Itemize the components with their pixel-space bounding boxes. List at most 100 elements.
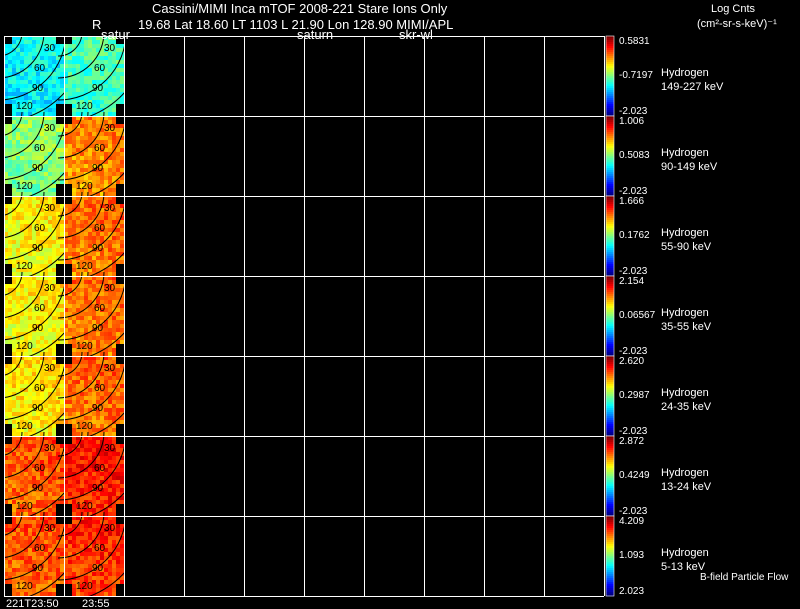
contour-label: 60 bbox=[94, 383, 106, 394]
contour-label: 120 bbox=[16, 101, 33, 112]
inca-spectrogram-figure: 30 60 90 120 30 60 90 120 30 60 90 120 30 60 90 120 30 60… bbox=[0, 0, 800, 609]
contour-label: 30 bbox=[44, 363, 56, 374]
contour-label: 90 bbox=[32, 323, 44, 334]
colorbar bbox=[606, 36, 614, 117]
contour-label: 60 bbox=[94, 303, 106, 314]
contour-label: 60 bbox=[34, 63, 46, 74]
contour-label: 60 bbox=[34, 543, 46, 554]
contour-label: 120 bbox=[16, 181, 33, 192]
contour-label: 60 bbox=[94, 63, 106, 74]
colorbar-mid-label: 0.5083 bbox=[619, 150, 650, 161]
contour-label: 30 bbox=[44, 43, 56, 54]
species-label: Hydrogen bbox=[661, 387, 709, 399]
contour-label: 30 bbox=[104, 443, 116, 454]
colorbar-min-label: 2.023 bbox=[619, 586, 645, 597]
colorbar bbox=[606, 356, 614, 437]
r-label: R bbox=[92, 17, 102, 32]
contour-label: 60 bbox=[34, 223, 46, 234]
satur-label: satur bbox=[101, 27, 130, 42]
contour-label: 30 bbox=[44, 123, 56, 134]
species-label: Hydrogen bbox=[661, 147, 709, 159]
saturn-label: saturn bbox=[297, 27, 334, 42]
colorbar-mid-label: 0.2987 bbox=[619, 390, 650, 401]
contour-label: 90 bbox=[32, 483, 44, 494]
contour-label: 120 bbox=[16, 581, 33, 592]
contour-label: 60 bbox=[94, 143, 106, 154]
colorbar-mid-label: -0.7197 bbox=[619, 70, 653, 81]
colorbar-max-label: 0.5831 bbox=[619, 36, 650, 47]
colorbar bbox=[606, 276, 614, 357]
time-label-2: 23:55 bbox=[82, 598, 110, 609]
contour-label: 90 bbox=[32, 563, 44, 574]
contour-label: 30 bbox=[44, 523, 56, 534]
species-label: Hydrogen bbox=[661, 467, 709, 479]
colorbar-max-label: 2.872 bbox=[619, 436, 645, 447]
colorbar-mid-label: 0.06567 bbox=[619, 310, 656, 321]
contour-label: 120 bbox=[76, 101, 93, 112]
contour-label: 120 bbox=[76, 261, 93, 272]
colorbar bbox=[606, 196, 614, 277]
contour-label: 30 bbox=[104, 363, 116, 374]
contour-label: 90 bbox=[32, 243, 44, 254]
energy-label: 90-149 keV bbox=[661, 161, 718, 173]
contour-label: 120 bbox=[76, 341, 93, 352]
units-sublabel: (cm²-sr-s-keV)⁻¹ bbox=[697, 18, 777, 30]
contour-label: 90 bbox=[32, 403, 44, 414]
units-label: Log Cnts bbox=[711, 3, 756, 15]
energy-label: 149-227 keV bbox=[661, 81, 724, 93]
time-label-1: 221T23:50 bbox=[6, 598, 59, 609]
contour-label: 60 bbox=[34, 383, 46, 394]
contour-label: 60 bbox=[94, 463, 106, 474]
colorbar-max-label: 1.666 bbox=[619, 196, 645, 207]
colorbar bbox=[606, 116, 614, 197]
colorbar bbox=[606, 436, 614, 517]
contour-label: 90 bbox=[92, 483, 104, 494]
contour-label: 30 bbox=[104, 123, 116, 134]
contour-label: 120 bbox=[16, 501, 33, 512]
species-label: Hydrogen bbox=[661, 67, 709, 79]
contour-label: 90 bbox=[92, 563, 104, 574]
contour-label: 120 bbox=[76, 421, 93, 432]
contour-label: 90 bbox=[92, 323, 104, 334]
colorbar-max-label: 2.620 bbox=[619, 356, 645, 367]
skr-label: skr-wl bbox=[399, 27, 433, 42]
species-label: Hydrogen bbox=[661, 227, 709, 239]
contour-label: 120 bbox=[76, 181, 93, 192]
contour-label: 120 bbox=[76, 581, 93, 592]
contour-label: 30 bbox=[44, 203, 56, 214]
contour-label: 90 bbox=[92, 163, 104, 174]
energy-label: 24-35 keV bbox=[661, 401, 712, 413]
colorbar-max-label: 4.209 bbox=[619, 516, 645, 527]
contour-label: 90 bbox=[92, 403, 104, 414]
colorbar-max-label: 1.006 bbox=[619, 116, 645, 127]
contour-label: 30 bbox=[104, 283, 116, 294]
contour-label: 60 bbox=[34, 143, 46, 154]
species-label: Hydrogen bbox=[661, 307, 709, 319]
contour-label: 90 bbox=[92, 83, 104, 94]
contour-label: 60 bbox=[34, 303, 46, 314]
contour-label: 120 bbox=[76, 501, 93, 512]
colorbar-max-label: 2.154 bbox=[619, 276, 645, 287]
contour-label: 30 bbox=[104, 43, 116, 54]
energy-label: 35-55 keV bbox=[661, 321, 712, 333]
species-label: Hydrogen bbox=[661, 547, 709, 559]
figure-title: Cassini/MIMI Inca mTOF 2008-221 Stare Io… bbox=[152, 1, 448, 16]
contour-label: 30 bbox=[44, 443, 56, 454]
energy-label: 5-13 keV bbox=[661, 561, 706, 573]
energy-label: 55-90 keV bbox=[661, 241, 712, 253]
contour-label: 60 bbox=[94, 543, 106, 554]
energy-label: 13-24 keV bbox=[661, 481, 712, 493]
contour-label: 90 bbox=[32, 83, 44, 94]
contour-label: 120 bbox=[16, 261, 33, 272]
colorbar-mid-label: 0.1762 bbox=[619, 230, 650, 241]
contour-label: 60 bbox=[34, 463, 46, 474]
contour-label: 90 bbox=[32, 163, 44, 174]
colorbar bbox=[606, 516, 614, 597]
contour-label: 120 bbox=[16, 341, 33, 352]
contour-label: 60 bbox=[94, 223, 106, 234]
contour-label: 90 bbox=[92, 243, 104, 254]
contour-label: 120 bbox=[16, 421, 33, 432]
contour-label: 30 bbox=[104, 203, 116, 214]
colorbar-mid-label: 1.093 bbox=[619, 550, 645, 561]
b-field-legend: B-field Particle Flow bbox=[700, 572, 789, 583]
